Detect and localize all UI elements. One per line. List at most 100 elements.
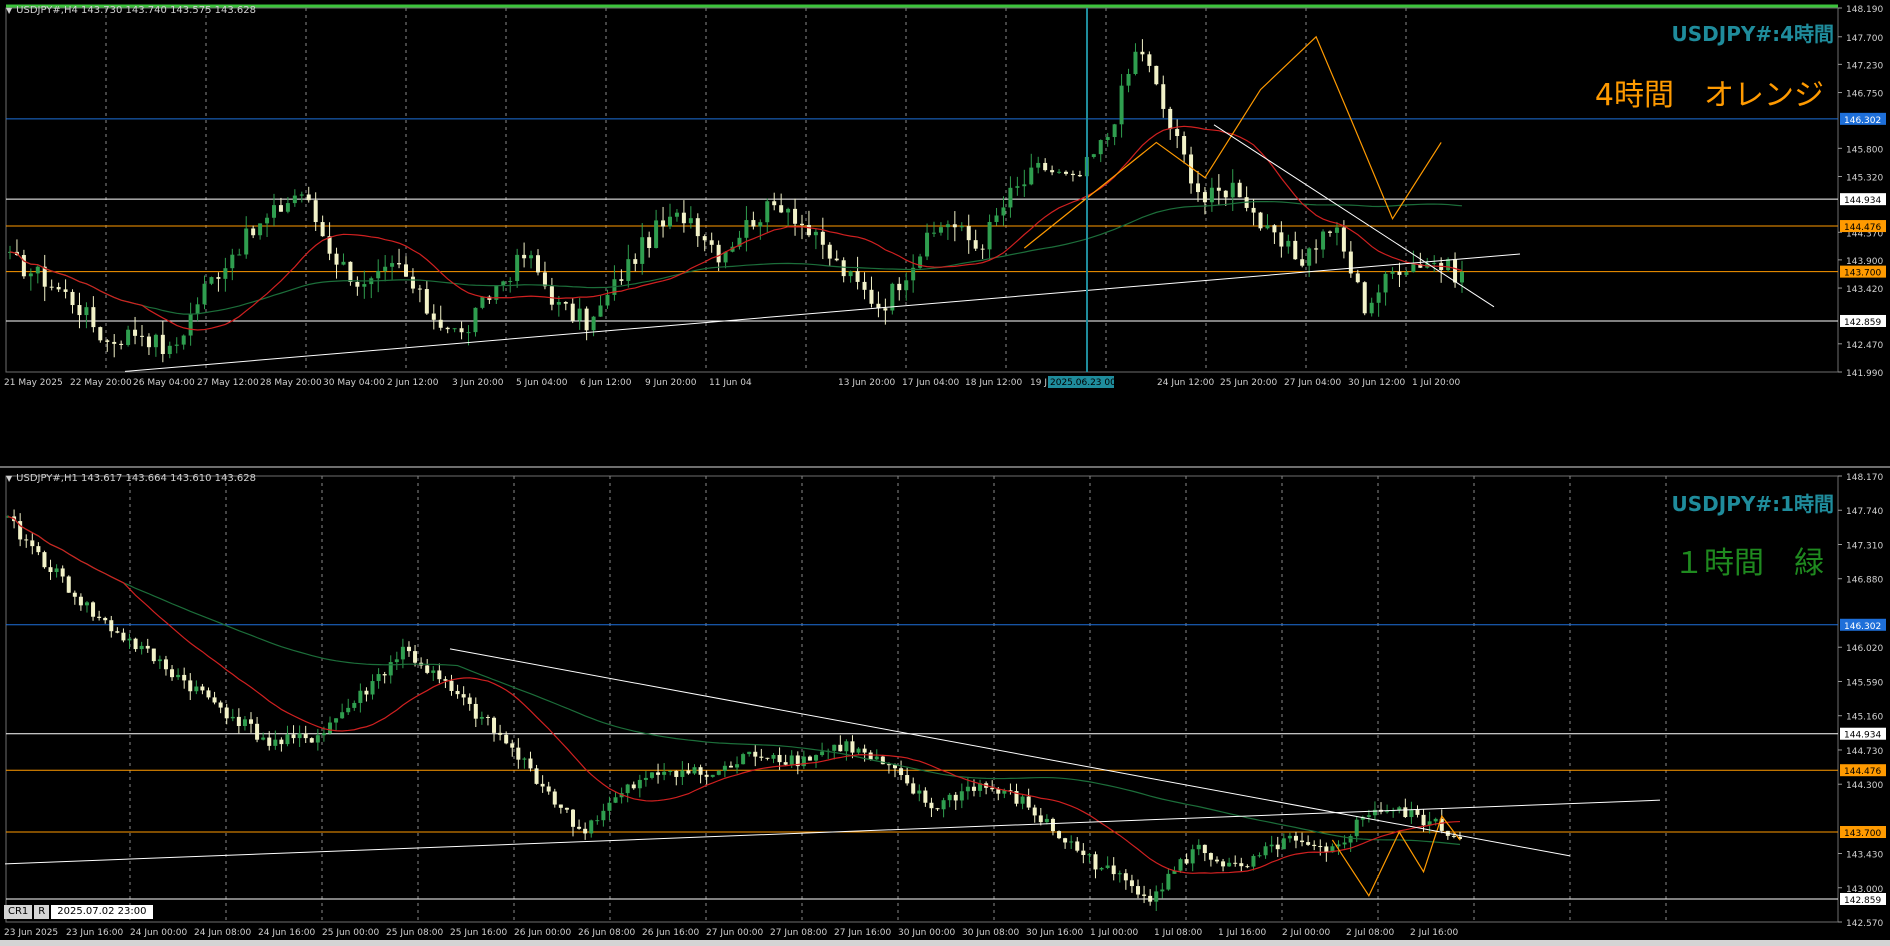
candle-body (783, 762, 788, 765)
candle-body (1409, 809, 1414, 818)
symbol-header: ▼ USDJPY#,H1 143.617 143.664 143.610 143.… (6, 473, 256, 484)
candle-body (56, 287, 61, 290)
tab-bar[interactable] (0, 940, 1890, 946)
candle-body (1227, 862, 1232, 867)
level-price-label: 144.476 (1844, 767, 1881, 777)
candle-body (146, 336, 151, 348)
candle-body (218, 702, 223, 708)
candle-body (334, 718, 339, 723)
candle-body (1044, 818, 1049, 823)
x-tick-label: 6 Jun 12:00 (580, 378, 632, 388)
timeframe-label: １時間 緑 (1674, 546, 1824, 581)
moving-average-red (9, 125, 1463, 331)
chart-panel-h4[interactable]: 148.190 147.700 147.230 146.750 145.800 145.3… (0, 0, 1890, 466)
candle-body (48, 567, 53, 573)
candle-body (546, 786, 551, 792)
x-tick-label: 5 Jun 04:00 (516, 378, 568, 388)
candle-body (1293, 240, 1298, 260)
candle-body (1133, 51, 1138, 74)
candle-body (1383, 273, 1388, 293)
y-tick-label: 144.300 (1846, 781, 1883, 791)
candle-body (1020, 796, 1025, 804)
candle-body (1008, 187, 1013, 208)
candle-body (542, 272, 547, 287)
candle-body (807, 756, 812, 761)
candle-body (801, 756, 806, 767)
candle-body (1433, 818, 1438, 822)
candle-body (424, 289, 429, 314)
candle-body (820, 231, 825, 245)
x-tick-label: 17 Jun 04:00 (902, 378, 959, 388)
candle-body (1251, 207, 1256, 213)
candle-body (77, 305, 82, 316)
candle-body (431, 670, 436, 673)
candle-body (200, 686, 205, 691)
candle-body (498, 732, 503, 735)
candle-body (327, 722, 332, 734)
x-tick-label: 24 Jun 12:00 (1157, 378, 1214, 388)
candle-body (376, 674, 381, 682)
candle-body (695, 218, 700, 237)
candle-body (1324, 846, 1329, 853)
candle-body (167, 345, 172, 355)
candle-body (224, 707, 229, 719)
candle-body (1001, 207, 1006, 216)
candle-body (626, 259, 631, 281)
candle-body (449, 680, 454, 691)
collapse-triangle-icon[interactable]: ▼ (6, 474, 12, 483)
y-tick-label: 145.590 (1846, 678, 1883, 688)
candle-body (1129, 880, 1134, 887)
candle-body (709, 240, 714, 245)
candle-body (1136, 886, 1141, 895)
candle-body (1050, 170, 1055, 173)
candle-body (820, 751, 825, 756)
candle-body (827, 244, 832, 259)
candle-body (467, 697, 472, 704)
x-tick-label: 22 May 20:00 (70, 378, 132, 388)
candle-body (1126, 73, 1131, 86)
candle-body (1154, 891, 1159, 902)
candle-body (869, 289, 874, 304)
candle-body (91, 602, 96, 617)
candle-body (633, 259, 638, 264)
candle-body (1348, 836, 1353, 843)
candle-body (1334, 227, 1339, 233)
candle-body (1385, 811, 1390, 813)
candle-body (1154, 65, 1159, 85)
candle-body (771, 754, 776, 759)
candle-body (406, 646, 411, 652)
candle-body (577, 308, 582, 321)
candle-body (1230, 182, 1235, 198)
collapse-triangle-icon[interactable]: ▼ (6, 6, 12, 15)
chart-canvas-h1[interactable]: 148.170 147.740 147.310 146.880 146.020 145.5… (0, 468, 1890, 940)
candle-body (1272, 225, 1277, 233)
x-tick-label: 25 Jun 20:00 (1220, 378, 1277, 388)
candle-body (938, 227, 943, 233)
candle-body (461, 694, 466, 698)
candle-body (230, 254, 235, 269)
candle-body (1196, 183, 1200, 193)
candle-body (212, 697, 217, 703)
candle-body (188, 680, 193, 692)
candle-body (855, 271, 860, 282)
candle-body (21, 255, 26, 277)
candle-body (1348, 251, 1353, 274)
candle-body (216, 277, 221, 279)
candle-body (899, 768, 904, 776)
y-tick-label: 145.320 (1846, 173, 1883, 183)
candle-body (251, 228, 256, 236)
candle-body (1070, 173, 1075, 176)
level-price-label: 144.476 (1844, 223, 1881, 233)
candle-body (417, 288, 422, 290)
candle-body (945, 224, 950, 228)
candle-body (681, 212, 686, 224)
candle-body (355, 281, 360, 287)
candle-body (1390, 271, 1395, 274)
x-tick-label: 21 May 2025 (4, 378, 63, 388)
candle-body (223, 268, 228, 279)
candle-body (1166, 873, 1171, 890)
candle-body (510, 743, 515, 748)
chart-panel-h1[interactable]: 148.170 147.740 147.310 146.880 146.020 145.5… (0, 468, 1890, 940)
y-tick-label: 145.160 (1846, 713, 1883, 723)
candle-body (466, 332, 471, 334)
